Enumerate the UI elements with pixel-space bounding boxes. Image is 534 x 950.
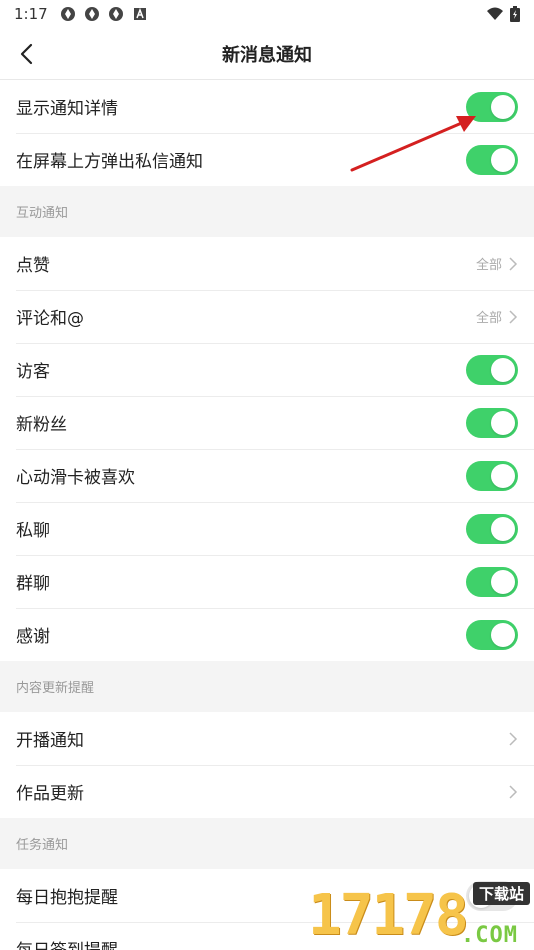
swipe-card-liked-row[interactable]: 心动滑卡被喜欢 [0, 449, 534, 502]
thanks-row[interactable]: 感谢 [0, 608, 534, 661]
new-followers-toggle[interactable] [466, 407, 518, 438]
popup-private-message-toggle[interactable] [466, 144, 518, 175]
watermark-badge: 下载站 [472, 882, 530, 905]
section-header-task: 任务通知 [0, 818, 534, 869]
toggle-knob [491, 463, 515, 488]
group-chat-toggle[interactable] [466, 566, 518, 597]
chevron-right-icon [509, 309, 518, 324]
row-label: 开播通知 [16, 731, 84, 751]
private-chat-row[interactable]: 私聊 [0, 502, 534, 555]
toggle-knob [491, 516, 515, 541]
new-followers-row[interactable]: 新粉丝 [0, 396, 534, 449]
row-label: 心动滑卡被喜欢 [16, 468, 135, 488]
wifi-icon [487, 7, 503, 20]
status-bar: 1:17 [0, 0, 534, 28]
status-time: 1:17 [14, 5, 48, 23]
likes-row[interactable]: 点赞 全部 [0, 237, 534, 290]
back-arrow-icon[interactable] [14, 40, 42, 68]
comments-mentions-row[interactable]: 评论和@ 全部 [0, 290, 534, 343]
row-label: 新粉丝 [16, 415, 67, 435]
thanks-toggle[interactable] [466, 619, 518, 650]
show-details-toggle[interactable] [466, 91, 518, 122]
toggle-knob [491, 622, 515, 647]
swipe-card-liked-toggle[interactable] [466, 460, 518, 491]
watermark-logo: 17178 下载站 .COM [304, 880, 534, 950]
app-notification-icon [108, 7, 123, 21]
row-label: 每日抱抱提醒 [16, 888, 118, 908]
row-label: 评论和@ [16, 309, 84, 329]
a-icon [133, 7, 146, 20]
content-group: 开播通知 作品更新 [0, 712, 534, 818]
top-settings-group: 显示通知详情 在屏幕上方弹出私信通知 [0, 80, 534, 186]
row-label: 每日签到提醒 [16, 936, 118, 950]
chevron-right-icon [509, 256, 518, 271]
page-title: 新消息通知 [222, 44, 312, 66]
chevron-right-icon [509, 784, 518, 799]
popup-private-message-row[interactable]: 在屏幕上方弹出私信通知 [0, 133, 534, 186]
app-notification-icon [84, 7, 99, 21]
toggle-knob [491, 569, 515, 594]
show-notification-details-row[interactable]: 显示通知详情 [0, 80, 534, 133]
toggle-knob [491, 410, 515, 435]
row-label: 群聊 [16, 574, 50, 594]
row-label: 点赞 [16, 256, 50, 276]
row-label: 感谢 [16, 627, 50, 647]
watermark-suffix: .COM [461, 923, 518, 948]
toggle-knob [491, 147, 515, 172]
private-chat-toggle[interactable] [466, 513, 518, 544]
interaction-group: 点赞 全部 评论和@ 全部 访客 新粉丝 心动滑卡被喜欢 私聊 群聊 感谢 [0, 237, 534, 661]
status-right [486, 6, 520, 22]
title-bar: 新消息通知 [0, 28, 534, 80]
section-header-interaction: 互动通知 [0, 186, 534, 237]
section-header-content: 内容更新提醒 [0, 661, 534, 712]
row-label: 作品更新 [16, 784, 84, 804]
chevron-right-icon [509, 731, 518, 746]
row-label: 访客 [16, 362, 50, 382]
visitors-toggle[interactable] [466, 354, 518, 385]
watermark-number: 17178 [308, 883, 469, 948]
row-label: 在屏幕上方弹出私信通知 [16, 152, 203, 172]
app-notification-icon [60, 7, 75, 21]
row-label: 私聊 [16, 521, 50, 541]
row-label: 显示通知详情 [16, 99, 118, 119]
works-update-row[interactable]: 作品更新 [0, 765, 534, 818]
battery-icon [510, 6, 520, 22]
toggle-knob [491, 357, 515, 382]
comments-value: 全部 [475, 311, 502, 326]
toggle-knob [491, 94, 515, 119]
visitors-row[interactable]: 访客 [0, 343, 534, 396]
group-chat-row[interactable]: 群聊 [0, 555, 534, 608]
live-notification-row[interactable]: 开播通知 [0, 712, 534, 765]
likes-value: 全部 [475, 258, 502, 273]
